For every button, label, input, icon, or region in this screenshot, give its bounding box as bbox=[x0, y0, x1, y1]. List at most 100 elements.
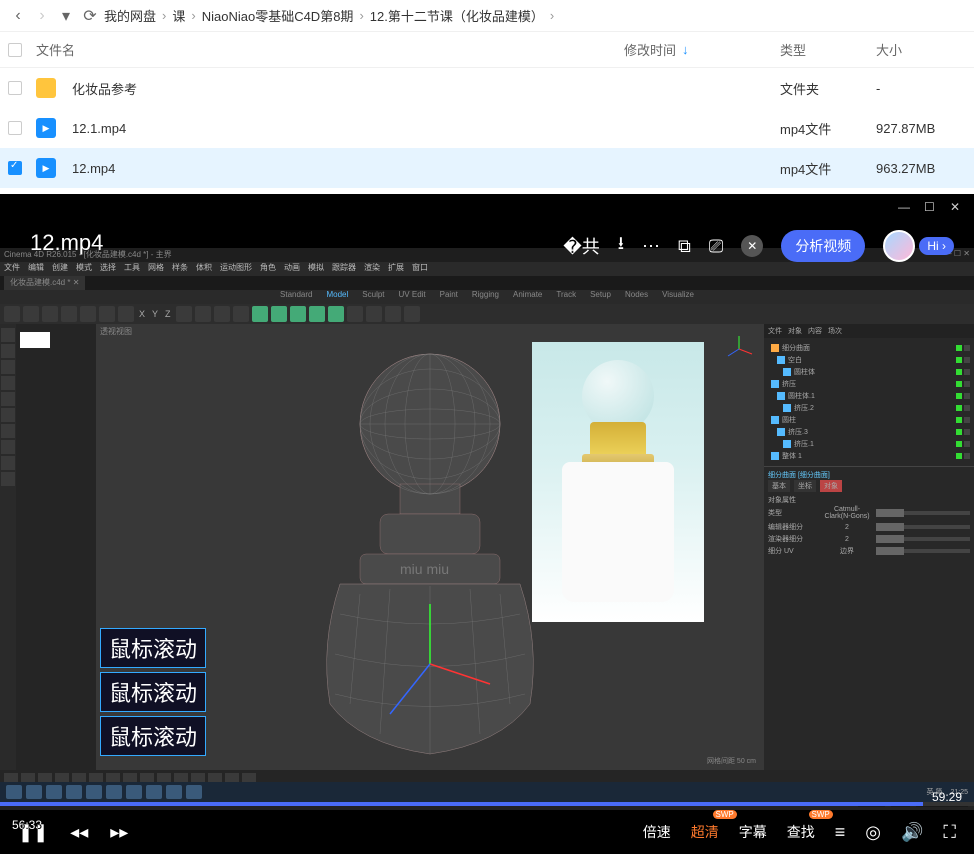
subtitle-button[interactable]: 字幕 bbox=[739, 822, 767, 842]
menu-item[interactable]: 模拟 bbox=[308, 262, 324, 276]
tree-row[interactable]: 圆柱体.1 bbox=[768, 390, 970, 402]
file-row[interactable]: 化妆品参考 文件夹 - bbox=[0, 68, 974, 108]
c4d-tab[interactable]: 化妆品建模.c4d * ✕ bbox=[4, 276, 85, 290]
menu-item[interactable]: 网格 bbox=[148, 262, 164, 276]
taskbar-item[interactable] bbox=[106, 785, 122, 799]
menu-item[interactable]: 创建 bbox=[52, 262, 68, 276]
axis-gizmo-icon[interactable] bbox=[724, 334, 754, 364]
settings-icon[interactable]: ◎ bbox=[865, 822, 881, 843]
tool-button[interactable] bbox=[385, 306, 401, 322]
nav-dropdown-icon[interactable]: ▾ bbox=[56, 6, 76, 26]
tree-row[interactable]: 空白 bbox=[768, 354, 970, 366]
tool-button[interactable] bbox=[252, 306, 268, 322]
taskbar-item[interactable] bbox=[86, 785, 102, 799]
tree-row[interactable]: 挤压.2 bbox=[768, 402, 970, 414]
tool-button[interactable] bbox=[118, 306, 134, 322]
mode-tab[interactable]: Setup bbox=[590, 290, 611, 304]
attr-row[interactable]: 细分 UV边界 bbox=[768, 545, 970, 557]
pip-icon[interactable]: ⧉ bbox=[678, 236, 691, 257]
left-tool[interactable] bbox=[1, 392, 15, 406]
tool-button[interactable] bbox=[328, 306, 344, 322]
tool-button[interactable] bbox=[4, 306, 20, 322]
mode-tab[interactable]: Track bbox=[556, 290, 576, 304]
more-icon[interactable]: ⋯ bbox=[642, 236, 660, 257]
tool-button[interactable] bbox=[233, 306, 249, 322]
tool-button[interactable] bbox=[61, 306, 77, 322]
menu-item[interactable]: 角色 bbox=[260, 262, 276, 276]
taskbar-item[interactable] bbox=[6, 785, 22, 799]
mode-tab[interactable]: UV Edit bbox=[399, 290, 426, 304]
analyze-video-button[interactable]: 分析视频 bbox=[781, 230, 865, 262]
avatar[interactable]: Hi › bbox=[883, 230, 954, 262]
playlist-icon[interactable]: ≡ bbox=[835, 822, 846, 843]
left-tool[interactable] bbox=[1, 328, 15, 342]
progress-bar[interactable] bbox=[0, 802, 974, 806]
object-tree[interactable]: 细分曲面空白圆柱体挤压圆柱体.1挤压.2圆柱挤压.3挤压.1整体 1 bbox=[764, 338, 974, 466]
c4d-mode-bar[interactable]: StandardModelSculptUV EditPaintRiggingAn… bbox=[0, 290, 974, 304]
tool-button[interactable] bbox=[80, 306, 96, 322]
axis-y[interactable]: Y bbox=[150, 309, 160, 319]
tool-button[interactable] bbox=[42, 306, 58, 322]
attr-tab-basic[interactable]: 基本 bbox=[768, 480, 790, 492]
cast-icon[interactable]: ⎚ bbox=[709, 236, 723, 257]
mode-tab[interactable]: Animate bbox=[513, 290, 542, 304]
close-icon[interactable]: ✕ bbox=[950, 200, 964, 214]
file-row[interactable]: 12.1.mp4 mp4文件 927.87MB bbox=[0, 108, 974, 148]
attr-tabs[interactable]: 基本 坐标 对象 bbox=[768, 480, 970, 492]
menu-item[interactable]: 模式 bbox=[76, 262, 92, 276]
mode-tab[interactable]: Rigging bbox=[472, 290, 499, 304]
mode-tab[interactable]: Sculpt bbox=[362, 290, 384, 304]
menu-item[interactable]: 选择 bbox=[100, 262, 116, 276]
col-header-type[interactable]: 类型 bbox=[780, 40, 876, 59]
taskbar-item[interactable] bbox=[166, 785, 182, 799]
row-checkbox[interactable] bbox=[8, 121, 22, 135]
menu-item[interactable]: 窗口 bbox=[412, 262, 428, 276]
next-button[interactable]: ▸▸ bbox=[110, 822, 128, 843]
mode-tab[interactable]: Model bbox=[326, 290, 348, 304]
axis-z[interactable]: Z bbox=[163, 309, 173, 319]
mode-tab[interactable]: Nodes bbox=[625, 290, 648, 304]
row-checkbox[interactable] bbox=[8, 81, 22, 95]
crumb-3[interactable]: 12.第十二节课（化妆品建模） bbox=[370, 6, 544, 25]
row-checkbox[interactable] bbox=[8, 161, 22, 175]
menu-item[interactable]: 动画 bbox=[284, 262, 300, 276]
tree-row[interactable]: 细分曲面 bbox=[768, 342, 970, 354]
tree-row[interactable]: 挤压 bbox=[768, 378, 970, 390]
taskbar-item[interactable] bbox=[46, 785, 62, 799]
tool-button[interactable] bbox=[23, 306, 39, 322]
mode-tab[interactable]: Paint bbox=[440, 290, 458, 304]
attr-row[interactable]: 渲染器细分2 bbox=[768, 533, 970, 545]
attr-row[interactable]: 编辑器细分2 bbox=[768, 521, 970, 533]
object-manager-tabs[interactable]: 文件对象内容场次 bbox=[764, 324, 974, 338]
material-swatch[interactable] bbox=[20, 332, 50, 348]
mode-tab[interactable]: Visualize bbox=[662, 290, 694, 304]
quality-button[interactable]: 超清SWP bbox=[691, 822, 719, 842]
tree-row[interactable]: 圆柱体 bbox=[768, 366, 970, 378]
tool-button[interactable] bbox=[99, 306, 115, 322]
speed-button[interactable]: 倍速 bbox=[643, 822, 671, 842]
menu-item[interactable]: 运动图形 bbox=[220, 262, 252, 276]
tool-button[interactable] bbox=[366, 306, 382, 322]
tool-button[interactable] bbox=[347, 306, 363, 322]
c4d-viewport[interactable]: 透视视图 bbox=[96, 324, 764, 770]
taskbar-item[interactable] bbox=[126, 785, 142, 799]
download-icon[interactable]: ⭳ bbox=[618, 231, 624, 261]
taskbar-item[interactable] bbox=[66, 785, 82, 799]
crumb-1[interactable]: 课 bbox=[172, 6, 185, 25]
minimize-icon[interactable]: — bbox=[898, 200, 912, 214]
menu-item[interactable]: 工具 bbox=[124, 262, 140, 276]
crumb-root[interactable]: 我的网盘 bbox=[104, 6, 156, 25]
menu-item[interactable]: 体积 bbox=[196, 262, 212, 276]
tool-button[interactable] bbox=[176, 306, 192, 322]
menu-item[interactable]: 文件 bbox=[4, 262, 20, 276]
nav-forward-icon[interactable]: › bbox=[32, 6, 52, 26]
left-tool[interactable] bbox=[1, 472, 15, 486]
tool-button[interactable] bbox=[290, 306, 306, 322]
prev-button[interactable]: ◂◂ bbox=[70, 822, 88, 843]
menu-item[interactable]: 渲染 bbox=[364, 262, 380, 276]
tool-button[interactable] bbox=[309, 306, 325, 322]
close-overlay-icon[interactable]: ✕ bbox=[741, 235, 763, 257]
taskbar-item[interactable] bbox=[26, 785, 42, 799]
attr-tab-object[interactable]: 对象 bbox=[820, 480, 842, 492]
left-tool[interactable] bbox=[1, 360, 15, 374]
